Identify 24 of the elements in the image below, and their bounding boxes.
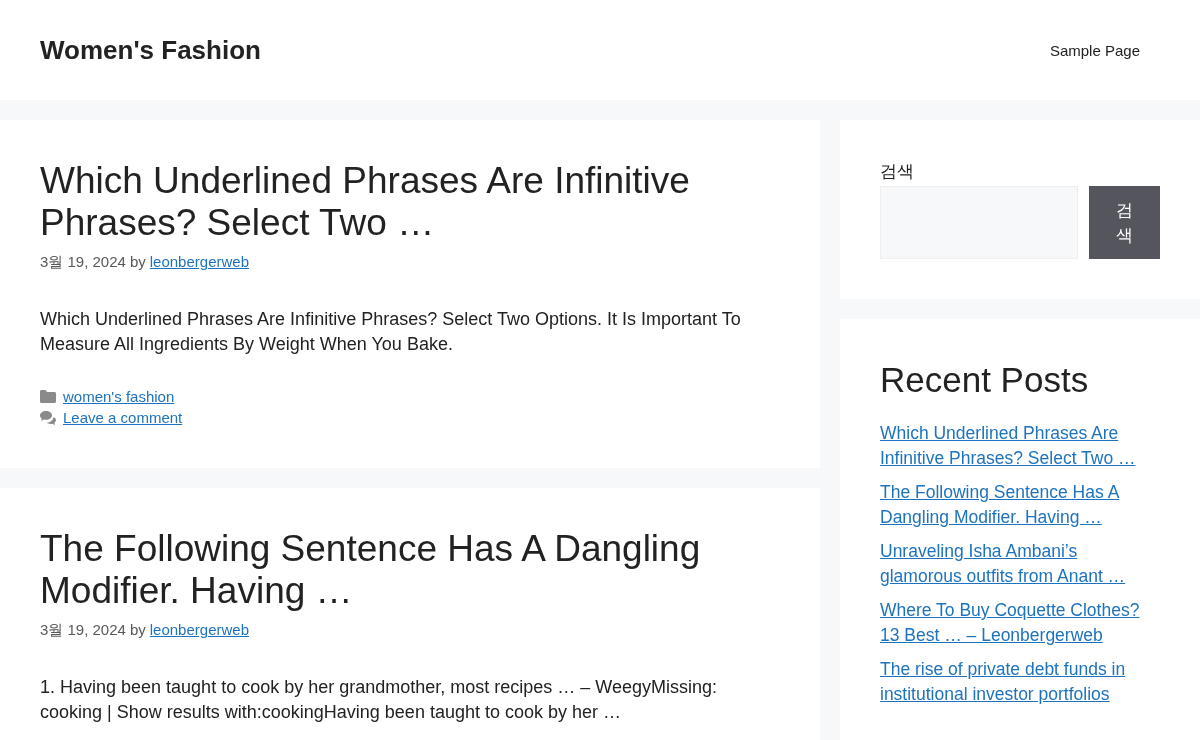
widget-title: Recent Posts (880, 359, 1090, 401)
recent-post-link[interactable]: The rise of private debt funds in institutional investor portfolios (880, 657, 1150, 707)
recent-post-link[interactable]: Which Underlined Phrases Are Infinitive Phrases? Select Two … (880, 421, 1150, 471)
search-label: 검색 (880, 161, 914, 183)
recent-post-link[interactable]: The Following Sentence Has A Dangling Modifier. Having … (880, 480, 1150, 530)
byline-text: by (129, 252, 146, 272)
post-excerpt: Which Underlined Phrases Are Infinitive Phrases? Select Two Options. It Is Important To Measure All Ingredients By Weight When You Bake. (40, 308, 742, 356)
post-excerpt: 1. Having been taught to cook by her grandmother, most recipes … – WeegyMissing: cooking | Show results with:cookingHaving been taught to cook by her … (40, 676, 719, 724)
post-date: 3월 19, 2024 (40, 252, 126, 272)
author-link[interactable]: leonbergerweb (149, 252, 249, 272)
post-title[interactable]: Which Underlined Phrases Are Infinitive Phrases? Select Two … (40, 160, 780, 244)
recent-post-link[interactable]: Where To Buy Coquette Clothes? 13 Best … – Leonbergerweb (880, 598, 1150, 648)
search-button[interactable]: 검색 (1089, 186, 1160, 259)
folder-icon (40, 390, 56, 403)
category-link[interactable]: women's fashion (63, 386, 175, 407)
post-date: 3월 19, 2024 (40, 620, 126, 640)
author-link[interactable]: leonbergerweb (149, 620, 249, 640)
comment-link[interactable]: Leave a comment (63, 407, 183, 428)
comments-icon (40, 410, 56, 425)
post-title[interactable]: The Following Sentence Has A Dangling Modifier. Having … (40, 528, 780, 612)
site-title[interactable]: Women's Fashion (40, 34, 261, 66)
byline-text: by (129, 620, 146, 640)
nav-link[interactable]: Sample Page (1049, 41, 1140, 59)
recent-post-link[interactable]: Unraveling Isha Ambani’s glamorous outfits from Anant … (880, 539, 1150, 589)
